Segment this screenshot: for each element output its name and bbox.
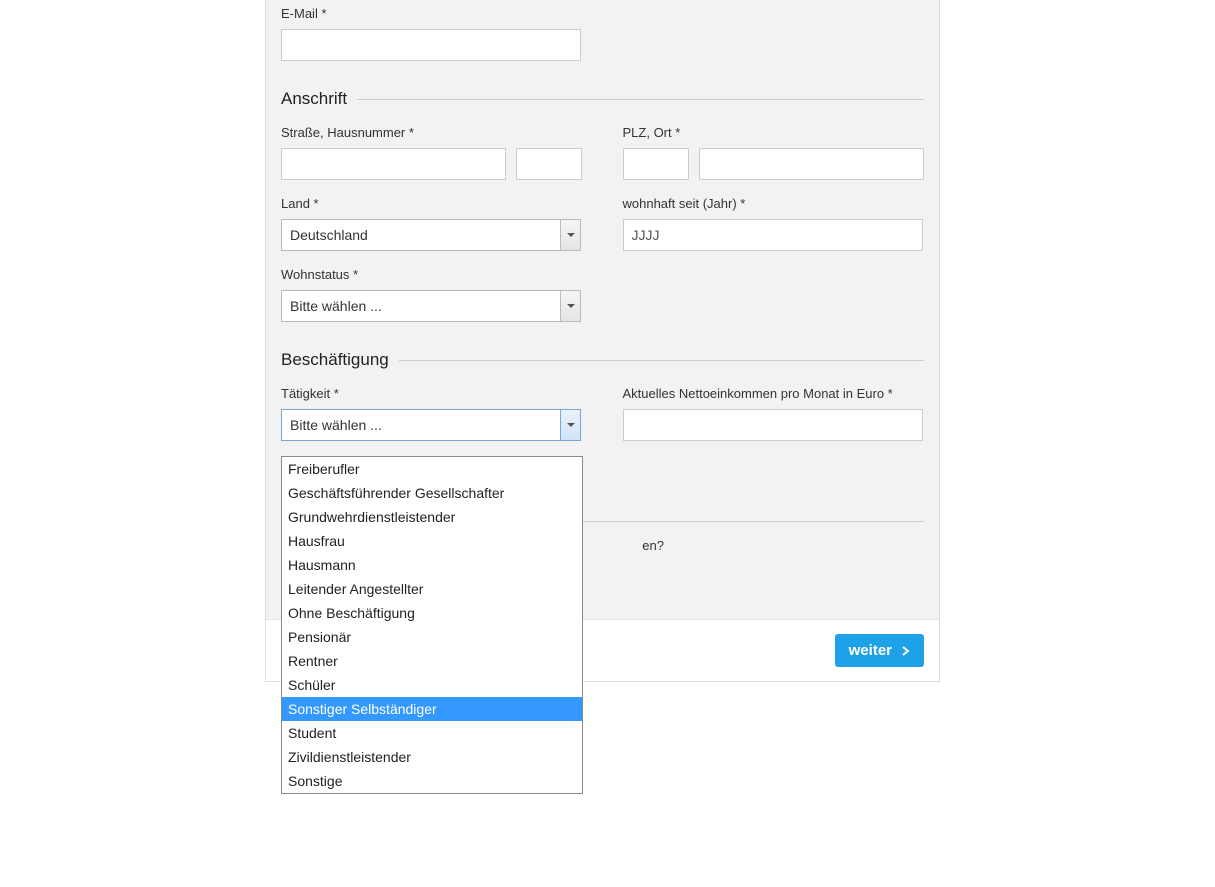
activity-label: Tätigkeit * [281,386,583,401]
section-header-address: Anschrift [281,89,924,109]
dropdown-option[interactable]: Pensionär [282,625,582,649]
street-col: Straße, Hausnummer * [281,119,583,190]
plz-ort-col: PLZ, Ort * [623,119,925,190]
country-label: Land * [281,196,583,211]
section-divider [399,360,924,361]
dropdown-option[interactable]: Sonstiger Selbständiger [282,697,582,721]
employment-row: Tätigkeit * Bitte wählen ... Aktuelles N… [281,380,924,451]
form-container: E-Mail * Anschrift Straße, Hausnummer * … [265,0,940,682]
housing-status-label: Wohnstatus * [281,267,583,282]
dropdown-option[interactable]: Freiberufler [282,457,582,481]
dropdown-option[interactable]: Student [282,721,582,745]
dropdown-option[interactable]: Rentner [282,649,582,673]
dropdown-option[interactable]: Grundwehrdienstleistender [282,505,582,529]
housing-status-col: Wohnstatus * Bitte wählen ... [281,261,583,332]
plz-input[interactable] [623,148,689,180]
country-value: Deutschland [290,227,368,243]
section-divider [357,99,924,100]
chevron-down-icon [560,410,580,440]
country-select[interactable]: Deutschland [281,219,581,251]
next-button[interactable]: weiter [835,634,924,667]
email-field-group: E-Mail * [281,0,924,71]
section-title-address: Anschrift [281,89,347,109]
address-row-1: Straße, Hausnummer * PLZ, Ort * [281,119,924,190]
activity-select[interactable]: Bitte wählen ... [281,409,581,441]
housing-status-value: Bitte wählen ... [290,298,382,314]
dropdown-option[interactable]: Ohne Beschäftigung [282,601,582,625]
dropdown-option[interactable]: Schüler [282,673,582,697]
ort-input[interactable] [699,148,924,180]
section-title-employment: Beschäftigung [281,350,389,370]
resident-since-input[interactable] [623,219,923,251]
plz-ort-label: PLZ, Ort * [623,125,925,140]
resident-since-label: wohnhaft seit (Jahr) * [623,196,925,211]
dropdown-option[interactable]: Leitender Angestellter [282,577,582,601]
address-row-2: Land * Deutschland wohnhaft seit (Jahr) … [281,190,924,261]
dropdown-option[interactable]: Zivildienstleistender [282,745,582,769]
dropdown-option[interactable]: Sonstige [282,769,582,793]
resident-since-col: wohnhaft seit (Jahr) * [623,190,925,261]
housenumber-input[interactable] [516,148,582,180]
activity-dropdown[interactable]: FreiberuflerGeschäftsführender Gesellsch… [281,456,583,794]
email-label: E-Mail * [281,6,924,21]
section-header-employment: Beschäftigung [281,350,924,370]
chevron-down-icon [560,220,580,250]
dropdown-option[interactable]: Geschäftsführender Gesellschafter [282,481,582,505]
street-label: Straße, Hausnummer * [281,125,583,140]
dropdown-option[interactable]: Hausfrau [282,529,582,553]
country-col: Land * Deutschland [281,190,583,261]
activity-value: Bitte wählen ... [290,417,382,433]
chevron-down-icon [560,291,580,321]
income-input[interactable] [623,409,923,441]
income-label: Aktuelles Nettoeinkommen pro Monat in Eu… [623,386,925,401]
activity-col: Tätigkeit * Bitte wählen ... [281,380,583,451]
email-input[interactable] [281,29,581,61]
housing-status-select[interactable]: Bitte wählen ... [281,290,581,322]
address-row-3: Wohnstatus * Bitte wählen ... [281,261,924,332]
chevron-right-icon [902,646,910,656]
next-button-label: weiter [849,642,892,659]
income-col: Aktuelles Nettoeinkommen pro Monat in Eu… [623,380,925,451]
dropdown-option[interactable]: Hausmann [282,553,582,577]
street-input[interactable] [281,148,506,180]
